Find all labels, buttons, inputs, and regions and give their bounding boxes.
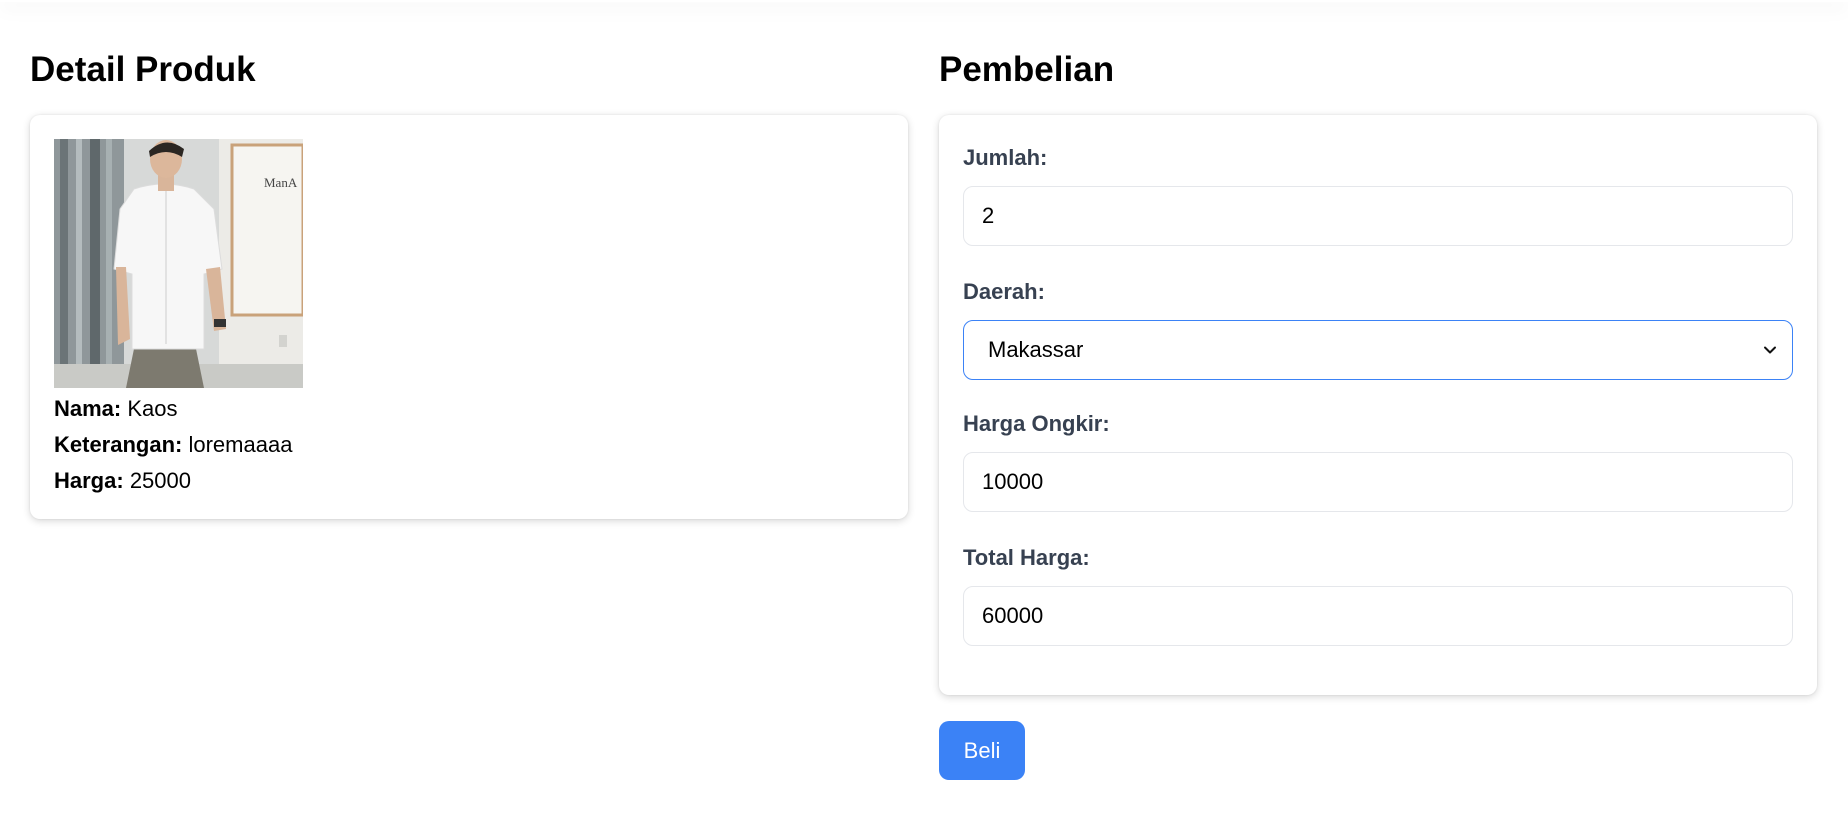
product-description-value: loremaaaa — [188, 432, 293, 457]
buy-button[interactable]: Beli — [939, 721, 1025, 780]
image-sign-text: ManA — [264, 175, 298, 190]
quantity-input[interactable]: 2 — [963, 186, 1793, 246]
total-price-input[interactable]: 60000 — [963, 586, 1793, 646]
region-selected-value: Makassar — [988, 337, 1084, 362]
chevron-down-icon — [1762, 321, 1778, 379]
product-description-label: Keterangan: — [54, 432, 183, 457]
shipping-cost-input[interactable]: 10000 — [963, 452, 1793, 512]
product-name-label: Nama: — [54, 396, 122, 421]
top-navbar — [0, 0, 1848, 2]
product-image: ManA — [54, 139, 303, 388]
region-select[interactable]: Makassar — [963, 320, 1793, 380]
product-price-label: Harga: — [54, 468, 124, 493]
product-price-value: 25000 — [129, 468, 191, 493]
product-name-row: Nama: Kaos — [54, 395, 178, 423]
purchase-form-card: Jumlah: 2 Daerah: Makassar Harga Ongkir:… — [939, 115, 1817, 695]
product-description-row: Keterangan: loremaaaa — [54, 431, 292, 459]
product-price-row: Harga: 25000 — [54, 467, 191, 495]
purchase-heading: Pembelian — [939, 50, 1115, 89]
shipping-cost-label: Harga Ongkir: — [963, 411, 1110, 436]
region-label: Daerah: — [963, 279, 1045, 304]
total-price-label: Total Harga: — [963, 545, 1090, 570]
product-name-value: Kaos — [127, 396, 178, 421]
quantity-label: Jumlah: — [963, 145, 1048, 170]
product-detail-heading: Detail Produk — [30, 50, 256, 89]
product-card: ManA Nama: Kaos Keterangan: loremaaaa Ha… — [30, 115, 908, 519]
